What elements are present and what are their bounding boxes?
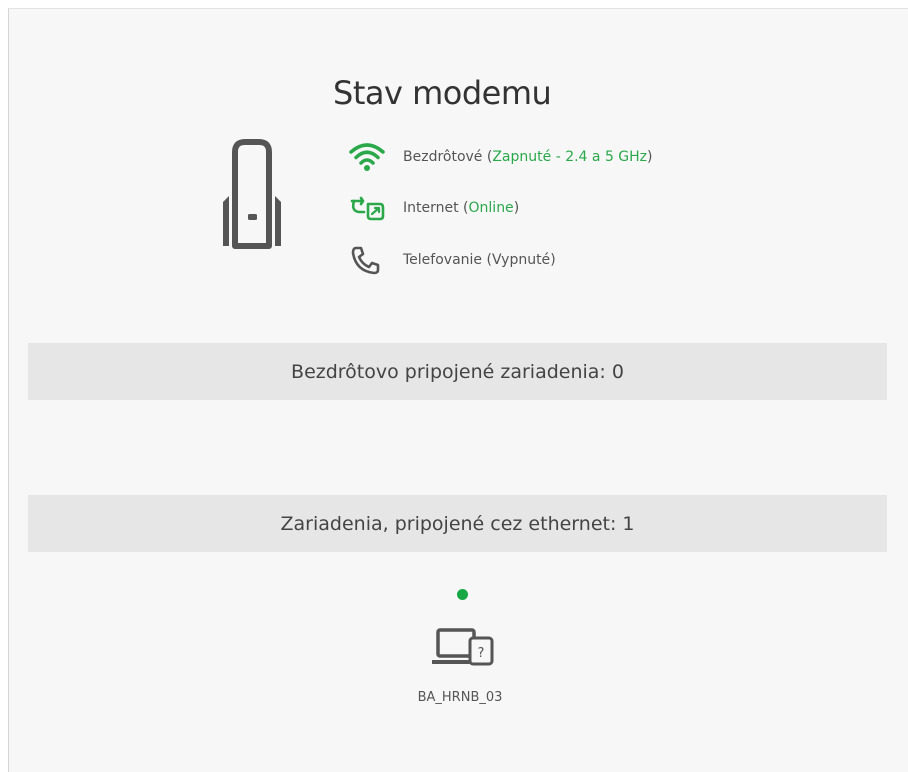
internet-paren-open: ( bbox=[458, 200, 469, 216]
laptop-phone-icon[interactable]: ? bbox=[430, 624, 500, 674]
status-wireless: Bezdrôtové (Zapnuté - 2.4 a 5 GHz) bbox=[349, 140, 653, 174]
telephony-paren-open: ( bbox=[482, 252, 492, 268]
wireless-devices-header: Bezdrôtovo pripojené zariadenia: 0 bbox=[28, 343, 887, 400]
wireless-state: Zapnuté - 2.4 a 5 GHz bbox=[492, 149, 648, 165]
modem-icon bbox=[223, 139, 281, 249]
online-status-dot bbox=[457, 589, 468, 600]
page-title: Stav modemu bbox=[333, 74, 552, 112]
device-name[interactable]: BA_HRNB_03 bbox=[375, 690, 545, 705]
wireless-paren-open: ( bbox=[482, 149, 493, 165]
internet-label: Internet bbox=[403, 200, 459, 216]
wifi-icon bbox=[349, 142, 391, 172]
internet-icon bbox=[349, 193, 391, 223]
internet-state: Online bbox=[468, 200, 514, 216]
status-telephony: Telefovanie (Vypnuté) bbox=[349, 243, 556, 277]
telephony-state: Vypnuté bbox=[491, 252, 551, 268]
wireless-devices-count: Bezdrôtovo pripojené zariadenia: 0 bbox=[291, 360, 624, 383]
telephony-paren-close: ) bbox=[550, 252, 556, 268]
ethernet-devices-count: Zariadenia, pripojené cez ethernet: 1 bbox=[280, 512, 635, 535]
wireless-paren-close: ) bbox=[647, 149, 653, 165]
telephony-label: Telefovanie bbox=[403, 252, 483, 268]
wireless-label: Bezdrôtové bbox=[403, 149, 483, 165]
status-internet: Internet (Online) bbox=[349, 191, 519, 225]
internet-paren-close: ) bbox=[513, 200, 520, 216]
svg-text:?: ? bbox=[478, 646, 485, 661]
phone-icon bbox=[349, 245, 391, 275]
ethernet-devices-header: Zariadenia, pripojené cez ethernet: 1 bbox=[28, 495, 887, 552]
